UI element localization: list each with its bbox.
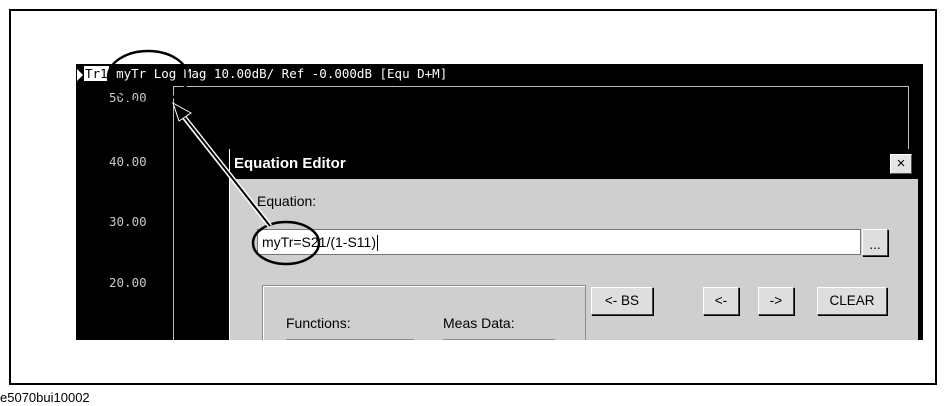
browse-button[interactable]: ... xyxy=(862,229,888,256)
cursor-right-button[interactable]: -> xyxy=(758,287,794,315)
cursor-left-button[interactable]: <- xyxy=(703,287,739,315)
active-trace-arrow-icon xyxy=(77,68,83,81)
trace-number-badge[interactable]: Tr1 xyxy=(84,66,109,81)
functions-group-box xyxy=(262,285,586,340)
dialog-titlebar[interactable]: Equation Editor × xyxy=(230,149,918,179)
equation-input[interactable]: myTr=S21/(1-S11) xyxy=(257,229,861,255)
y-tick-label: 30.00 xyxy=(109,214,147,229)
backspace-button[interactable]: <- BS xyxy=(591,287,653,315)
clear-button[interactable]: CLEAR xyxy=(817,287,887,315)
close-button[interactable]: × xyxy=(890,154,912,174)
equation-editor-dialog: Equation Editor × Equation: myTr=S21/(1-… xyxy=(229,149,918,340)
y-tick-label: 40.00 xyxy=(109,154,147,169)
trace-header-text: myTr Log Mag 10.00dB/ Ref -0.000dB [Equ … xyxy=(108,66,448,81)
y-tick-label: 50.00 xyxy=(109,90,147,105)
meas-data-list[interactable] xyxy=(443,339,555,340)
figure-caption: e5070bui10002 xyxy=(0,390,90,405)
equation-label: Equation: xyxy=(257,193,317,209)
meas-data-label: Meas Data: xyxy=(443,315,515,331)
functions-label: Functions: xyxy=(286,315,351,331)
text-caret xyxy=(376,235,378,252)
trace-header[interactable]: Tr1 myTr Log Mag 10.00dB/ Ref -0.000dB [… xyxy=(76,66,447,82)
equation-input-value: myTr=S21/(1-S11) xyxy=(262,234,376,250)
y-tick-label: 20.00 xyxy=(109,275,147,290)
dialog-title: Equation Editor xyxy=(234,155,346,172)
functions-list[interactable] xyxy=(286,339,414,340)
